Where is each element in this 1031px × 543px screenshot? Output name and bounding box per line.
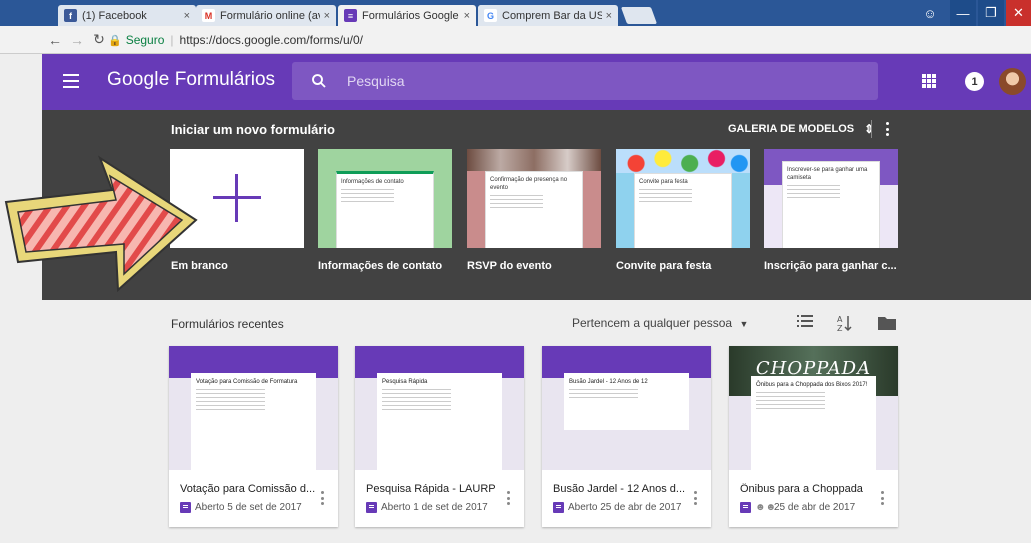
form-thumbnail: Pesquisa Rápida bbox=[355, 346, 524, 470]
lock-icon: 🔒 bbox=[108, 34, 122, 47]
form-meta: Aberto 5 de set de 2017 bbox=[180, 502, 302, 513]
main-menu-icon[interactable] bbox=[63, 74, 79, 88]
facebook-icon: f bbox=[64, 9, 77, 22]
gmail-icon: M bbox=[202, 9, 215, 22]
browser-toolbar: ← → ↻ 🔒 Seguro | https://docs.google.com… bbox=[0, 26, 1031, 72]
template-preview: Informações de contato bbox=[336, 171, 434, 248]
template-party-invite[interactable]: Convite para festa bbox=[616, 149, 750, 248]
search-input[interactable] bbox=[347, 70, 847, 92]
form-title: Votação para Comissão d... bbox=[180, 483, 316, 495]
url-text: https://docs.google.com/forms/u/0/ bbox=[179, 33, 363, 47]
owner-filter-dropdown[interactable]: Pertencem a qualquer pessoa ▼ bbox=[572, 316, 748, 330]
recent-form-card[interactable]: Pesquisa Rápida Pesquisa Rápida - LAURP … bbox=[355, 346, 524, 527]
template-rsvp[interactable]: Confirmação de presença no evento bbox=[467, 149, 601, 248]
address-separator: | bbox=[170, 33, 174, 47]
template-label[interactable]: Informações de contato bbox=[318, 260, 442, 272]
recent-form-card[interactable]: CHOPPADA Ônibus para a Choppada dos Bixo… bbox=[729, 346, 898, 527]
form-more-icon[interactable] bbox=[506, 491, 510, 505]
template-contact-info[interactable]: Informações de contato bbox=[318, 149, 452, 248]
notifications-badge[interactable]: 1 bbox=[965, 72, 984, 91]
template-photo-banner bbox=[467, 149, 601, 171]
template-label[interactable]: Inscrição para ganhar c... bbox=[764, 260, 897, 272]
template-gallery-button[interactable]: GALERIA DE MODELOS ⇕ bbox=[728, 122, 874, 136]
new-tab-button[interactable] bbox=[620, 7, 658, 24]
svg-text:A: A bbox=[837, 315, 843, 324]
google-apps-icon[interactable] bbox=[922, 74, 936, 88]
form-thumbnail: Busão Jardel - 12 Anos de 12 bbox=[542, 346, 711, 470]
forms-icon bbox=[740, 502, 751, 513]
google-icon: G bbox=[484, 9, 497, 22]
svg-text:Z: Z bbox=[837, 324, 843, 332]
browser-tab-strip: f (1) Facebook × M Formulário online (av… bbox=[0, 0, 1031, 26]
secure-label: Seguro bbox=[125, 33, 165, 47]
dropdown-arrow-icon: ▼ bbox=[739, 319, 749, 329]
form-title: Busão Jardel - 12 Anos d... bbox=[553, 483, 686, 495]
form-more-icon[interactable] bbox=[693, 491, 697, 505]
form-meta: Aberto 25 de abr de 2017 bbox=[553, 502, 681, 513]
tab-title: Formulário online (avalia bbox=[220, 9, 320, 22]
brand-google: Google bbox=[107, 69, 170, 90]
browser-tab-google-forms[interactable]: ≡ Formulários Google × bbox=[338, 5, 476, 26]
browser-tab-facebook[interactable]: f (1) Facebook × bbox=[58, 5, 196, 26]
form-thumbnail: Votação para Comissão de Formatura bbox=[169, 346, 338, 470]
template-tshirt-signup[interactable]: Inscrever-se para ganhar uma camiseta bbox=[764, 149, 898, 248]
form-title: Pesquisa Rápida - LAURP bbox=[366, 483, 496, 495]
sort-az-icon[interactable]: A Z bbox=[836, 314, 852, 332]
forms-icon bbox=[553, 502, 564, 513]
browser-tab-formulario-online[interactable]: M Formulário online (avalia × bbox=[196, 5, 336, 26]
gallery-label: GALERIA DE MODELOS bbox=[728, 123, 855, 135]
shared-people-icon: ☻☻ bbox=[755, 501, 777, 513]
recent-forms-heading: Formulários recentes bbox=[171, 317, 284, 331]
tab-title: Comprem Bar da USP - F bbox=[502, 9, 602, 22]
reload-icon[interactable]: ↻ bbox=[88, 31, 110, 48]
search-icon[interactable] bbox=[310, 72, 328, 90]
browser-tab-comprem-bar[interactable]: G Comprem Bar da USP - F × bbox=[478, 5, 618, 26]
annotation-arrow-icon bbox=[4, 155, 198, 293]
address-bar[interactable]: 🔒 Seguro | https://docs.google.com/forms… bbox=[108, 30, 888, 50]
minimize-icon[interactable]: — bbox=[950, 0, 976, 26]
form-thumbnail: CHOPPADA Ônibus para a Choppada dos Bixo… bbox=[729, 346, 898, 470]
search-box[interactable] bbox=[292, 62, 878, 100]
templates-heading: Iniciar um novo formulário bbox=[171, 122, 335, 137]
tab-close-icon[interactable]: × bbox=[606, 10, 612, 22]
template-label[interactable]: Convite para festa bbox=[616, 260, 711, 272]
forms-icon: ≡ bbox=[344, 9, 357, 22]
restore-icon[interactable]: ❐ bbox=[978, 0, 1004, 26]
recent-form-card[interactable]: Votação para Comissão de Formatura Votaç… bbox=[169, 346, 338, 527]
template-preview: Convite para festa bbox=[634, 173, 732, 248]
forms-icon bbox=[366, 502, 377, 513]
tab-title: (1) Facebook bbox=[82, 9, 147, 22]
template-preview: Inscrever-se para ganhar uma camiseta bbox=[782, 161, 880, 248]
recent-form-card[interactable]: Busão Jardel - 12 Anos de 12 Busão Jarde… bbox=[542, 346, 711, 527]
brand-product: Formulários bbox=[174, 69, 276, 90]
app-header: Google Formulários 1 bbox=[42, 54, 1031, 110]
form-meta: Aberto 1 de set de 2017 bbox=[366, 502, 488, 513]
form-title: Ônibus para a Choppada bbox=[740, 483, 863, 495]
template-preview: Confirmação de presença no evento bbox=[485, 171, 583, 248]
form-more-icon[interactable] bbox=[320, 491, 324, 505]
list-view-icon[interactable] bbox=[797, 314, 813, 328]
divider bbox=[871, 120, 872, 138]
template-label[interactable]: RSVP do evento bbox=[467, 260, 552, 272]
app-brand[interactable]: Google Formulários bbox=[107, 69, 275, 91]
owner-filter-label: Pertencem a qualquer pessoa bbox=[572, 316, 733, 330]
form-more-icon[interactable] bbox=[880, 491, 884, 505]
profile-icon[interactable]: ☺ bbox=[916, 0, 944, 26]
form-meta: ☻☻ 25 de abr de 2017 bbox=[740, 502, 855, 513]
avatar[interactable] bbox=[999, 68, 1026, 95]
tab-close-icon[interactable]: × bbox=[184, 10, 190, 22]
folder-icon[interactable] bbox=[878, 316, 896, 330]
tab-close-icon[interactable]: × bbox=[324, 10, 330, 22]
close-window-icon[interactable]: ✕ bbox=[1006, 0, 1031, 26]
balloons-image bbox=[616, 149, 750, 173]
tab-close-icon[interactable]: × bbox=[464, 10, 470, 22]
unfold-icon: ⇕ bbox=[864, 122, 875, 136]
tab-title: Formulários Google bbox=[362, 9, 459, 22]
forms-icon bbox=[180, 502, 191, 513]
forward-icon[interactable]: → bbox=[66, 32, 88, 48]
back-icon[interactable]: ← bbox=[44, 32, 66, 48]
template-more-icon[interactable] bbox=[885, 122, 889, 136]
